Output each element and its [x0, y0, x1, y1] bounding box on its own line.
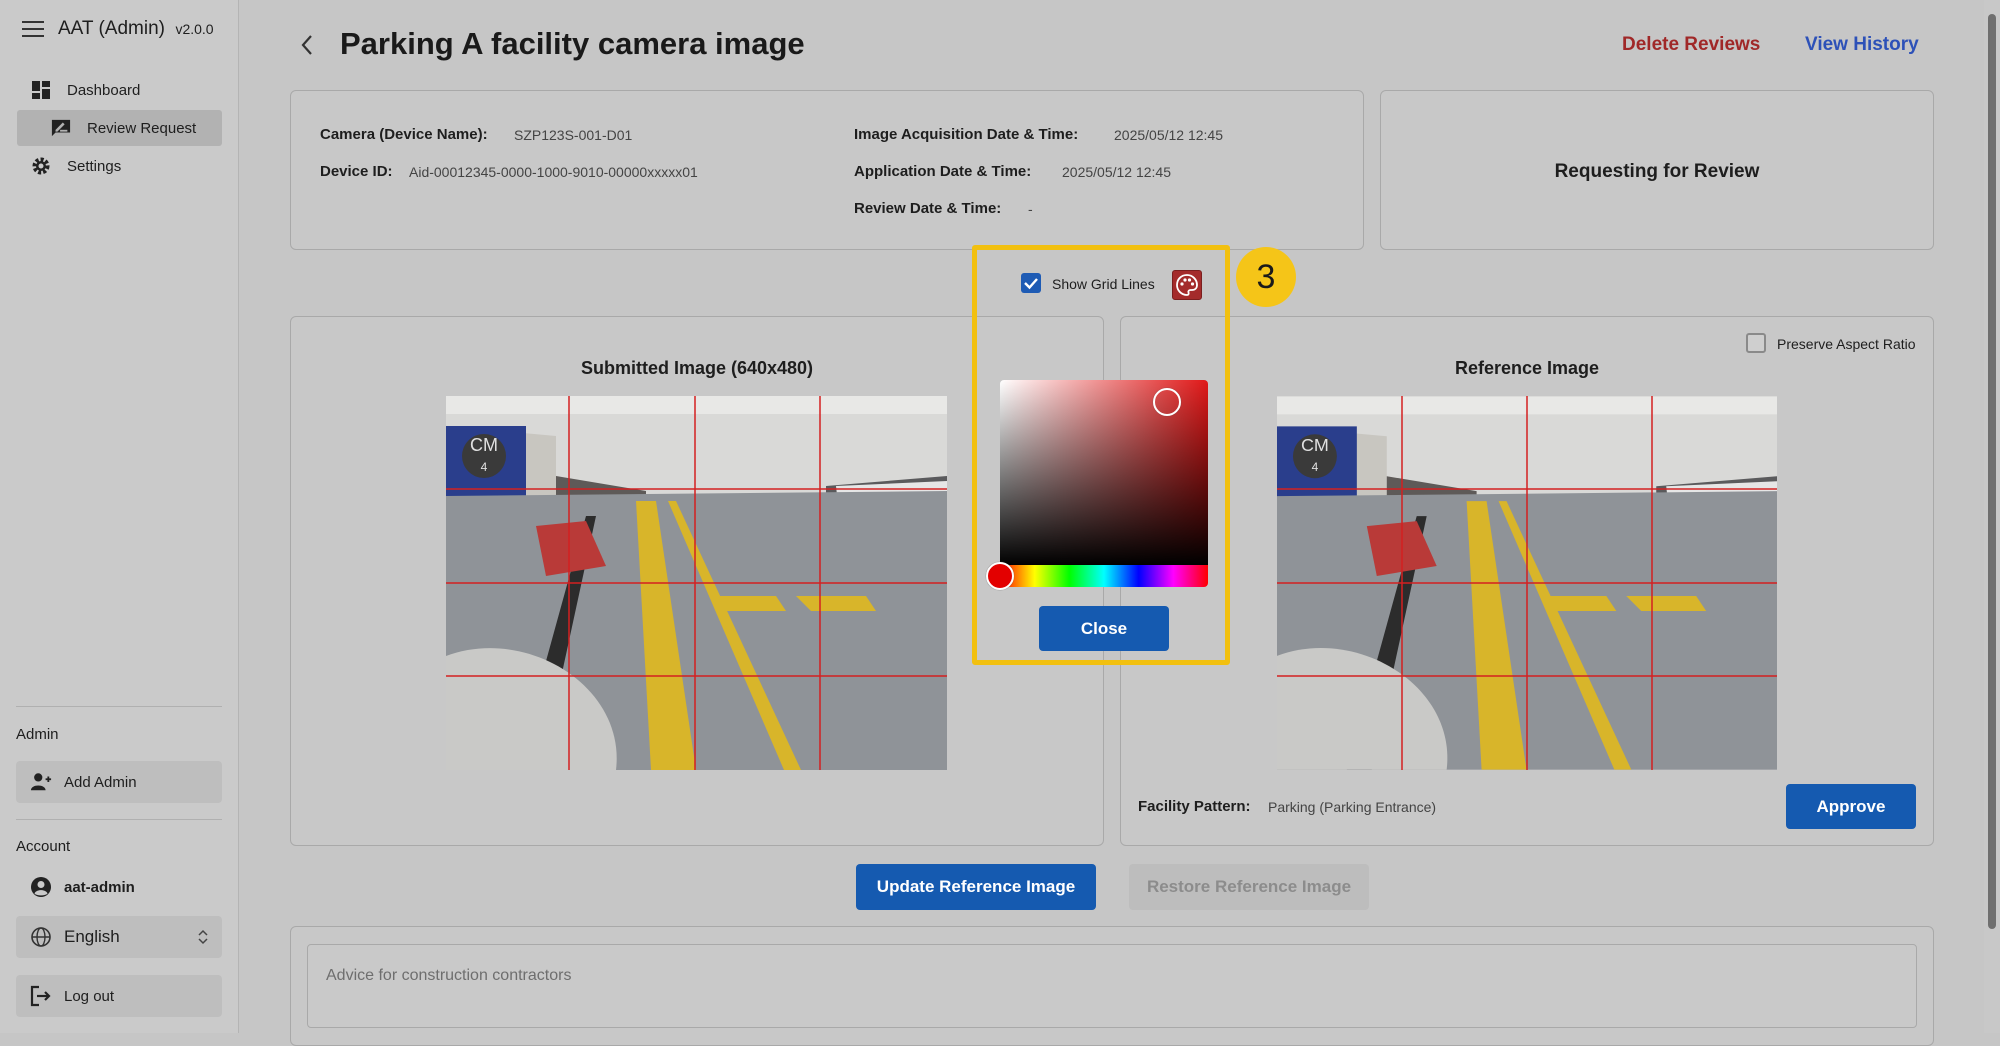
facility-pattern-value: Parking (Parking Entrance) [1268, 799, 1437, 815]
hue-slider[interactable] [1000, 565, 1208, 587]
step-number-badge: 3 [1236, 247, 1296, 307]
sidebar-header: AAT (Admin) v2.0.0 [22, 18, 214, 40]
logout-icon [30, 985, 51, 1007]
globe-icon [31, 927, 51, 947]
hue-handle[interactable] [986, 562, 1014, 590]
grid-color-button[interactable] [1172, 270, 1202, 300]
unfold-icon [198, 929, 208, 945]
app-title: AAT (Admin) [58, 18, 165, 39]
facility-pattern-label: Facility Pattern: [1138, 798, 1251, 815]
update-reference-image-button[interactable]: Update Reference Image [856, 864, 1096, 910]
sidebar-item-dashboard[interactable]: Dashboard [17, 72, 222, 108]
review-date-label: Review Date & Time: [854, 200, 1002, 217]
approve-button[interactable]: Approve [1786, 784, 1916, 829]
device-id-label: Device ID: [320, 163, 393, 180]
restore-reference-image-button: Restore Reference Image [1129, 864, 1369, 910]
rate-review-icon [51, 119, 71, 137]
add-admin-label: Add Admin [64, 773, 137, 791]
language-select[interactable]: English [16, 916, 222, 958]
account-circle-icon [31, 877, 51, 897]
app-version: v2.0.0 [175, 21, 214, 37]
page-title: Parking A facility camera image [340, 26, 805, 61]
account-user: aat-admin [16, 867, 222, 907]
sidebar-divider [16, 819, 222, 820]
account-section-label: Account [16, 838, 71, 855]
preserve-aspect-ratio-checkbox[interactable] [1746, 333, 1766, 353]
back-arrow-icon[interactable] [296, 30, 318, 60]
scrollbar-thumb[interactable] [1988, 14, 1996, 929]
show-grid-lines-label: Show Grid Lines [1052, 276, 1155, 292]
acquisition-date-value: 2025/05/12 12:45 [1114, 127, 1223, 143]
close-color-picker-button[interactable]: Close [1039, 606, 1169, 651]
admin-section-label: Admin [16, 726, 59, 743]
checkmark-icon [1024, 278, 1038, 290]
camera-name-value: SZP123S-001-D01 [514, 127, 633, 143]
delete-reviews-button[interactable]: Delete Reviews [1622, 34, 1760, 56]
reference-image-title: Reference Image [1454, 358, 1600, 378]
language-value: English [64, 927, 120, 946]
dashboard-icon [32, 81, 50, 99]
logout-button[interactable]: Log out [16, 975, 222, 1017]
logout-label: Log out [64, 987, 115, 1005]
grid-lines-overlay [1277, 396, 1777, 770]
sidebar-item-review-request[interactable]: Review Request [17, 110, 222, 146]
review-status-text: Requesting for Review [1554, 161, 1760, 182]
camera-name-label: Camera (Device Name): [320, 126, 488, 143]
preserve-aspect-ratio-label: Preserve Aspect Ratio [1777, 336, 1916, 352]
sidebar-item-settings[interactable]: Settings [17, 148, 222, 184]
gear-icon [32, 157, 50, 175]
grid-lines-overlay [446, 396, 947, 770]
advice-input[interactable]: Advice for construction contractors [307, 944, 1917, 1028]
reference-image: CM 4 [1277, 396, 1777, 770]
acquisition-date-label: Image Acquisition Date & Time: [854, 126, 1079, 143]
view-history-button[interactable]: View History [1805, 34, 1919, 56]
review-date-value: - [1028, 201, 1033, 217]
saturation-handle[interactable] [1153, 388, 1181, 416]
submitted-image: CM 4 [446, 396, 947, 770]
sidebar-item-label: Settings [67, 157, 122, 175]
review-status-card: Requesting for Review [1380, 90, 1934, 250]
add-person-icon [30, 773, 52, 791]
palette-icon [1176, 274, 1198, 296]
device-id-value: Aid-00012345-0000-1000-9010-00000xxxxx01 [409, 164, 698, 180]
camera-info-card: Camera (Device Name): SZP123S-001-D01 De… [290, 90, 1364, 250]
username: aat-admin [64, 878, 135, 896]
sidebar-divider [16, 706, 222, 707]
application-date-value: 2025/05/12 12:45 [1062, 164, 1171, 180]
sidebar-item-label: Review Request [87, 119, 197, 137]
hamburger-menu-icon[interactable] [22, 21, 44, 37]
show-grid-lines-checkbox[interactable] [1021, 273, 1041, 293]
application-date-label: Application Date & Time: [854, 163, 1032, 180]
advice-placeholder: Advice for construction contractors [326, 967, 572, 984]
sidebar-item-label: Dashboard [67, 81, 141, 99]
sidebar: AAT (Admin) v2.0.0 Dashboard Review Requ… [0, 0, 239, 1033]
add-admin-button[interactable]: Add Admin [16, 761, 222, 803]
